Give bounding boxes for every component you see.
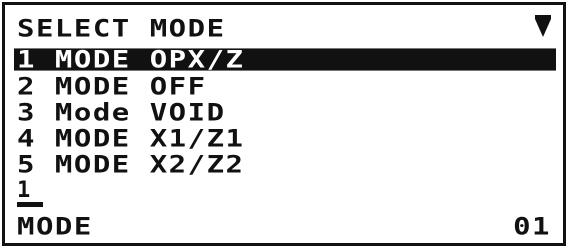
menu-item-mode-void[interactable]: 3 Mode VOID [17, 100, 226, 124]
status-mode-label: MODE [17, 212, 93, 241]
status-number: 01 [513, 212, 551, 241]
menu-item-mode-opx-z[interactable]: 1 MODE OPX/Z [14, 47, 556, 71]
menu-item-mode-off[interactable]: 2 MODE OFF [17, 74, 207, 98]
lcd-screen: SELECT MODE 1 MODE OPX/Z 2 MODE OFF 3 Mo… [2, 2, 566, 246]
screen-title: SELECT MODE [17, 14, 226, 43]
scroll-down-icon[interactable] [535, 15, 551, 37]
input-value: 1 [17, 178, 31, 203]
menu-item-mode-x1-z1[interactable]: 4 MODE X1/Z1 [17, 126, 245, 150]
input-cursor [17, 202, 43, 207]
menu-item-mode-x2-z2[interactable]: 5 MODE X2/Z2 [17, 152, 245, 176]
mode-number-input[interactable]: 1 [17, 178, 57, 207]
